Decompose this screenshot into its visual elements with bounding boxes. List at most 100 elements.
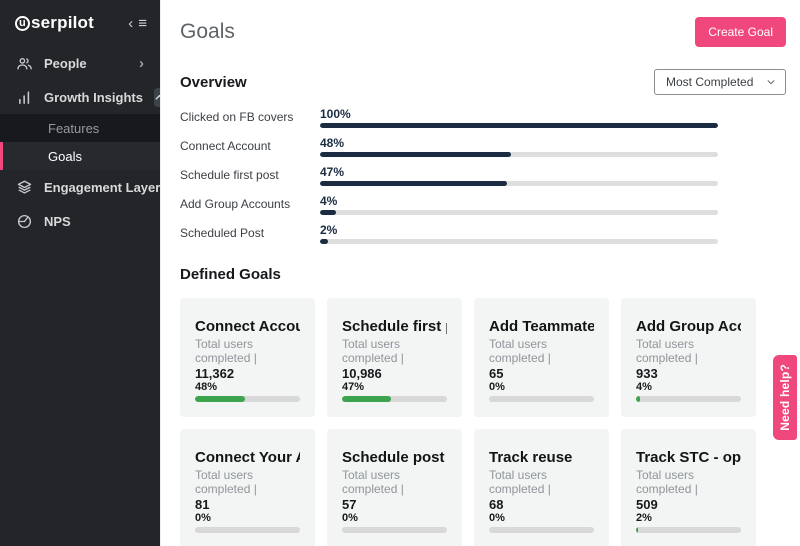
sort-dropdown[interactable]: Most Completed <box>654 69 786 95</box>
goal-card-total: 81 <box>195 497 300 512</box>
bar: 4% <box>320 194 718 215</box>
overview-header: Overview Most Completed <box>180 69 786 95</box>
bar-track <box>320 239 718 244</box>
bar: 48% <box>320 136 718 157</box>
goal-card-title: Add Group Accou... <box>636 318 741 334</box>
sidebar-header: userpilot ‹ ≡ <box>0 0 160 46</box>
goal-progress: 2% <box>636 512 741 533</box>
goal-cards-grid: Connect Account Total users completed | … <box>180 298 756 546</box>
logo-text: serpilot <box>31 13 94 33</box>
progress-track <box>489 396 594 402</box>
goal-percent: 0% <box>195 512 300 524</box>
bar-value: 4% <box>320 194 718 208</box>
goal-card[interactable]: Track STC - open Total users completed |… <box>621 429 756 546</box>
need-help-label: Need help? <box>778 364 792 431</box>
goal-card-subtitle: Total users completed | <box>195 468 300 496</box>
goal-card[interactable]: Schedule post ne... Total users complete… <box>327 429 462 546</box>
goal-card-subtitle: Total users completed | <box>489 468 594 496</box>
chevron-down-icon <box>766 77 776 87</box>
bar-track <box>320 181 718 186</box>
main-content: Goals Create Goal Overview Most Complete… <box>160 0 800 546</box>
logo-u-icon: u <box>15 16 30 31</box>
goal-card-title: Add Teammates <box>489 318 594 334</box>
bar-fill <box>320 239 328 244</box>
bar-value: 47% <box>320 165 718 179</box>
progress-fill <box>342 396 391 402</box>
goal-card[interactable]: Track reuse Total users completed | 68 0… <box>474 429 609 546</box>
bar-value: 2% <box>320 223 718 237</box>
goal-card-title: Connect Your Acc... <box>195 449 300 465</box>
progress-track <box>489 527 594 533</box>
bar-track <box>320 210 718 215</box>
bar-label: Clicked on FB covers <box>180 110 320 128</box>
bar-label: Add Group Accounts <box>180 197 320 215</box>
goal-card-total: 509 <box>636 497 741 512</box>
progress-track <box>195 396 300 402</box>
sidebar-item-growth-insights[interactable]: Growth Insights <box>0 80 160 114</box>
bar-fill <box>320 123 718 128</box>
overview-heading: Overview <box>180 74 247 91</box>
goal-progress: 48% <box>195 381 300 402</box>
goal-card[interactable]: Add Group Accou... Total users completed… <box>621 298 756 417</box>
progress-track <box>195 527 300 533</box>
goal-card[interactable]: Add Teammates Total users completed | 65… <box>474 298 609 417</box>
goal-progress: 0% <box>195 512 300 533</box>
userpilot-logo: userpilot <box>15 13 94 33</box>
sidebar-item-nps[interactable]: NPS <box>0 204 160 238</box>
sidebar-item-features[interactable]: Features <box>0 114 160 142</box>
hamburger-icon: ≡ <box>138 16 147 31</box>
progress-fill <box>636 527 638 533</box>
defined-goals-heading: Defined Goals <box>180 266 786 283</box>
sidebar-item-engagement-layer[interactable]: Engagement Layer › <box>0 170 160 204</box>
goal-card-total: 57 <box>342 497 447 512</box>
goal-card-total: 11,362 <box>195 366 300 381</box>
bar-fill <box>320 210 336 215</box>
goal-percent: 0% <box>342 512 447 524</box>
goal-progress: 47% <box>342 381 447 402</box>
goal-card-total: 68 <box>489 497 594 512</box>
sidebar: userpilot ‹ ≡ People › Growth Insig <box>0 0 160 546</box>
progress-track <box>342 396 447 402</box>
bar-fill <box>320 152 511 157</box>
goal-progress: 0% <box>342 512 447 533</box>
goal-card-subtitle: Total users completed | <box>636 468 741 496</box>
need-help-tab[interactable]: Need help? <box>773 355 797 440</box>
goal-card-subtitle: Total users completed | <box>636 337 741 365</box>
sidebar-item-people[interactable]: People › <box>0 46 160 80</box>
goal-progress: 0% <box>489 512 594 533</box>
bar-label: Connect Account <box>180 139 320 157</box>
goal-card[interactable]: Schedule first po... Total users complet… <box>327 298 462 417</box>
sidebar-item-label: Features <box>48 121 99 136</box>
goal-progress: 4% <box>636 381 741 402</box>
create-goal-button[interactable]: Create Goal <box>695 17 786 47</box>
goal-card-total: 10,986 <box>342 366 447 381</box>
sidebar-item-goals[interactable]: Goals <box>0 142 160 170</box>
goal-card-title: Track reuse <box>489 449 594 465</box>
progress-track <box>342 527 447 533</box>
goal-percent: 4% <box>636 381 741 393</box>
sidebar-item-label: Engagement Layer <box>44 180 160 195</box>
goal-card[interactable]: Connect Account Total users completed | … <box>180 298 315 417</box>
people-icon <box>15 54 33 72</box>
sort-dropdown-value: Most Completed <box>666 75 753 89</box>
bar-row: Clicked on FB covers 100% <box>180 107 718 128</box>
bar-row: Connect Account 48% <box>180 136 718 157</box>
sidebar-item-label: NPS <box>44 214 150 229</box>
progress-fill <box>636 396 640 402</box>
goal-card-subtitle: Total users completed | <box>342 468 447 496</box>
growth-insights-submenu: Features Goals <box>0 114 160 170</box>
layers-icon <box>15 178 33 196</box>
goal-card-subtitle: Total users completed | <box>489 337 594 365</box>
bar-row: Schedule first post 47% <box>180 165 718 186</box>
bar: 2% <box>320 223 718 244</box>
sidebar-collapse-button[interactable]: ‹ ≡ <box>128 16 147 31</box>
goal-percent: 47% <box>342 381 447 393</box>
progress-fill <box>195 396 245 402</box>
bar-value: 48% <box>320 136 718 150</box>
goal-card-subtitle: Total users completed | <box>195 337 300 365</box>
goal-card[interactable]: Connect Your Acc... Total users complete… <box>180 429 315 546</box>
bar-value: 100% <box>320 107 718 121</box>
goal-card-total: 933 <box>636 366 741 381</box>
goal-progress: 0% <box>489 381 594 402</box>
goal-card-subtitle: Total users completed | <box>342 337 447 365</box>
